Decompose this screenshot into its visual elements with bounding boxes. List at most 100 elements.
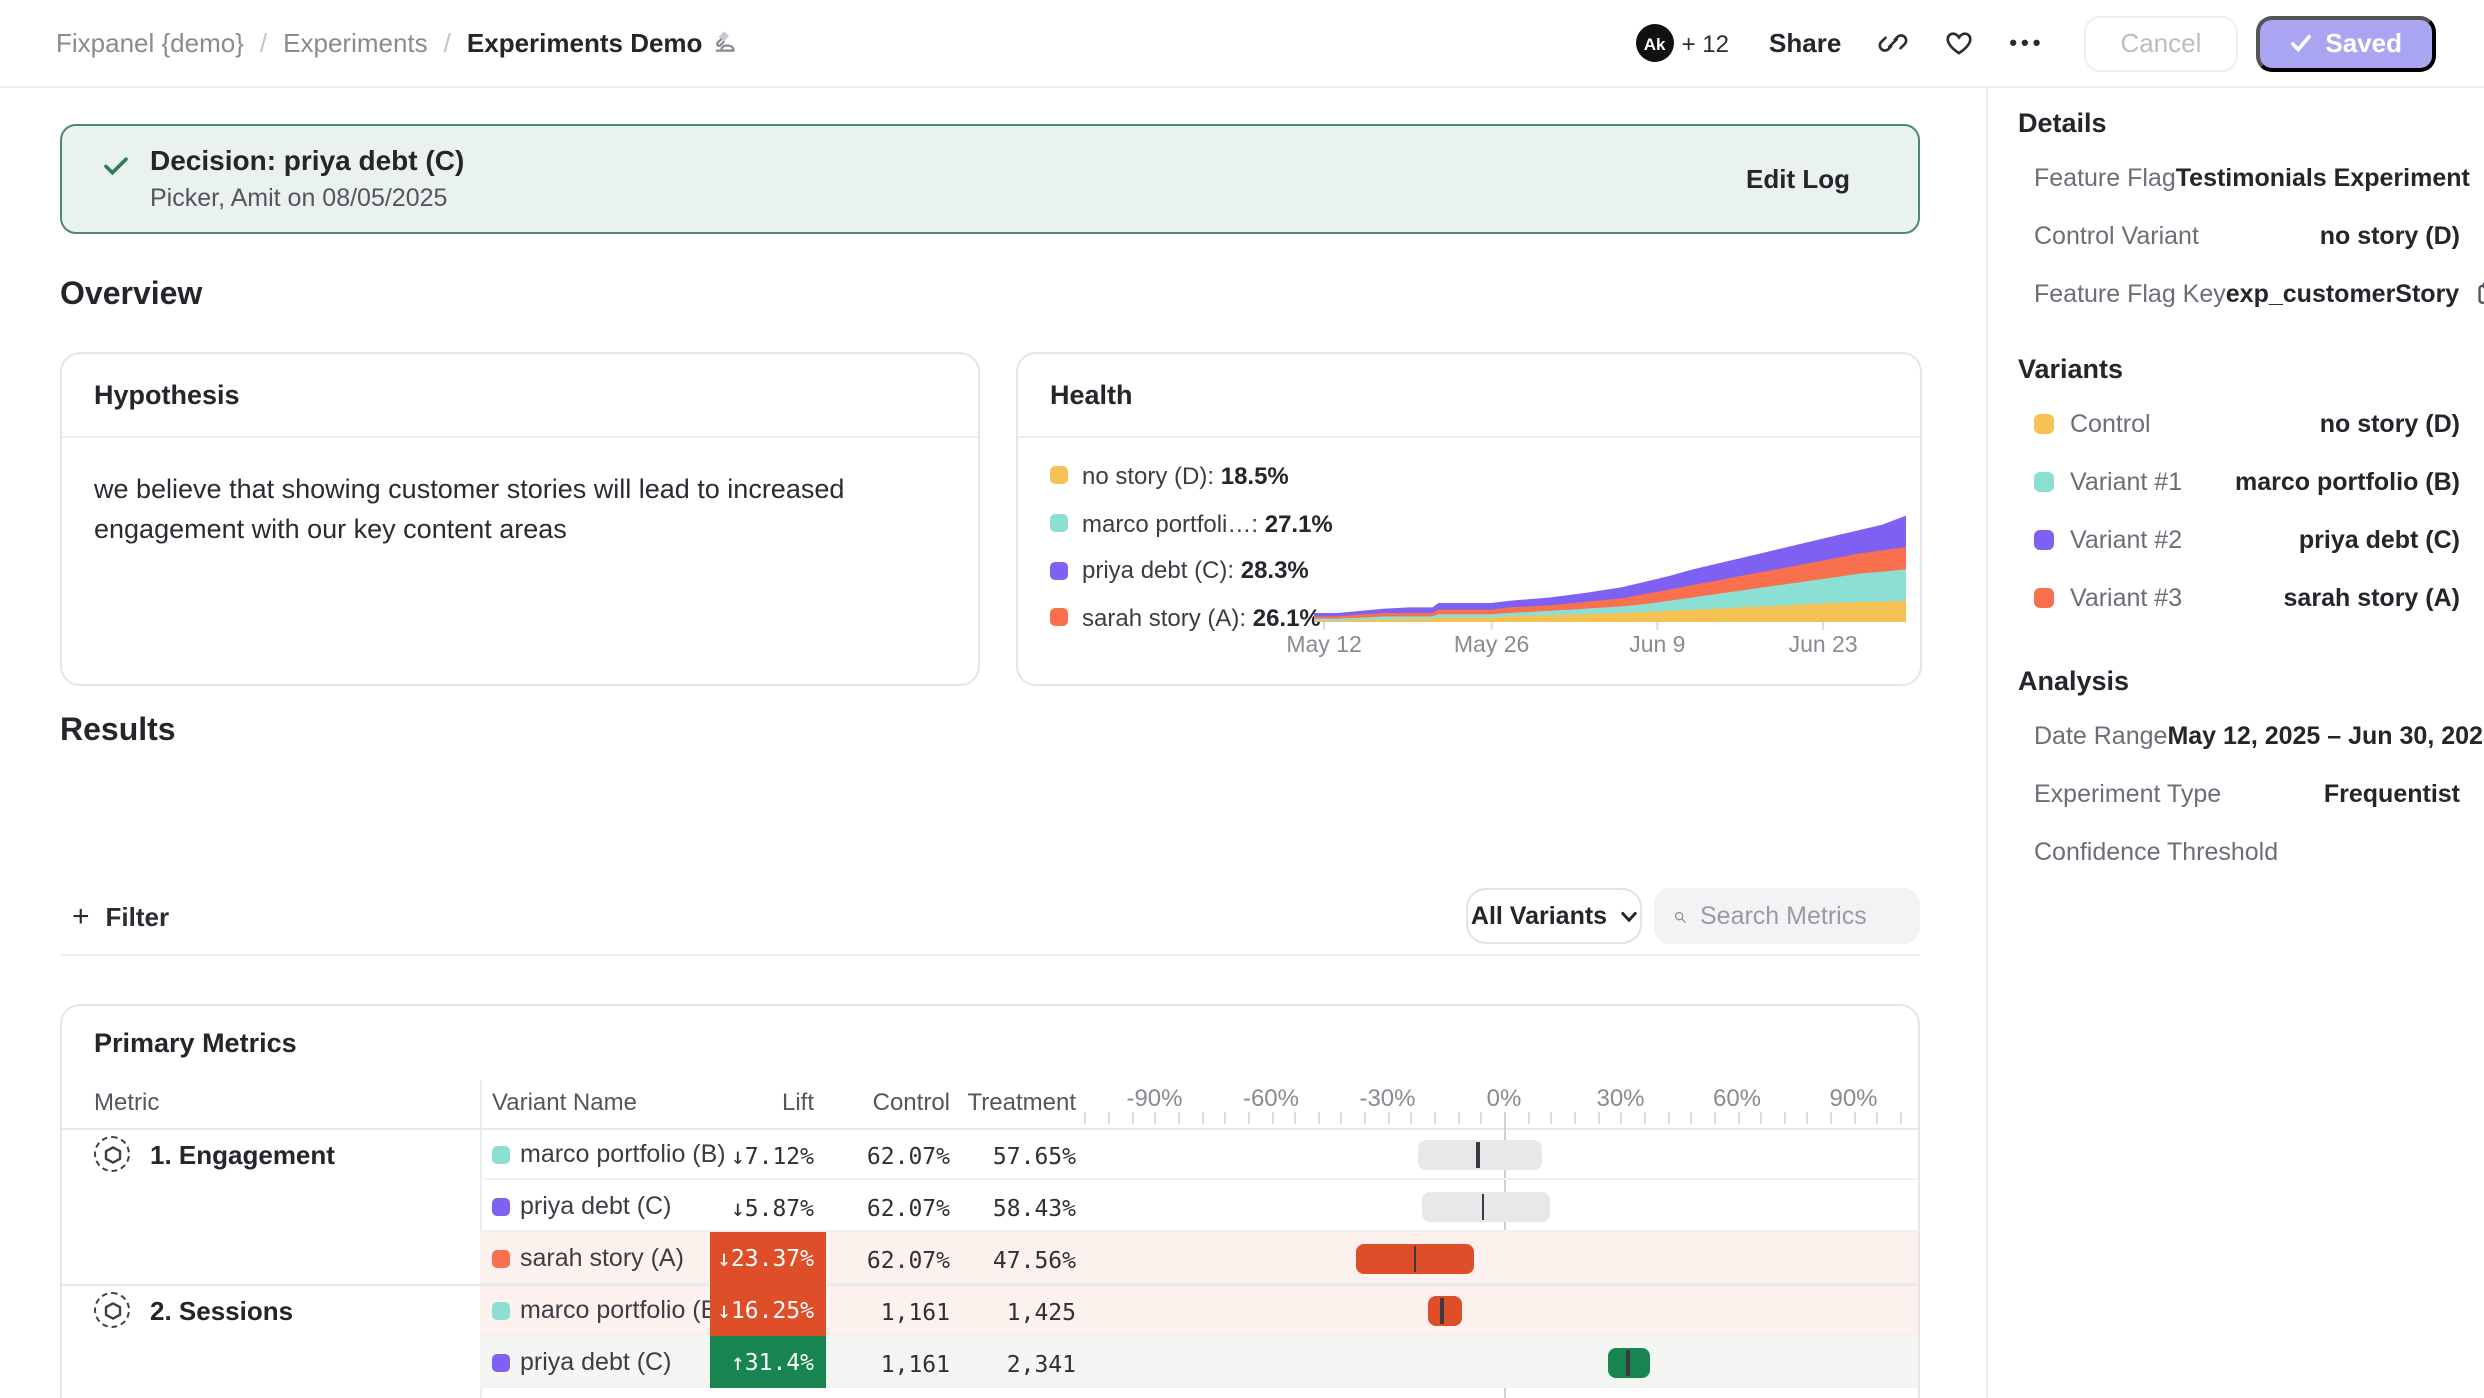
cancel-button[interactable]: Cancel	[2084, 15, 2237, 71]
metric-group-label[interactable]: 2. Sessions	[94, 1292, 293, 1328]
axis-label: 60%	[1687, 1084, 1787, 1112]
breadcrumb-item-experiments[interactable]: Experiments	[283, 28, 428, 58]
avatar-overflow-count[interactable]: + 12	[1682, 29, 1729, 57]
breadcrumb: Fixpanel {demo}/Experiments/Experiments …	[0, 27, 738, 59]
metric-goal-icon	[94, 1292, 130, 1328]
axis-tick	[1201, 1112, 1203, 1124]
sidebar-row: Controlno story (D)	[2018, 394, 2460, 452]
axis-tick	[1760, 1112, 1762, 1124]
table-row[interactable]: sarah story (A)↓23.37%62.07%47.56%	[62, 1232, 1920, 1284]
sidebar-row: Date RangeMay 12, 2025 – Jun 30, 2025	[2018, 706, 2460, 764]
axis-tick	[1085, 1112, 1087, 1124]
axis-tick	[1900, 1112, 1902, 1124]
share-button[interactable]: Share	[1769, 28, 1841, 58]
microscope-icon	[712, 27, 738, 59]
axis-tick	[1527, 1112, 1529, 1124]
sidebar-row-label: Variant #2	[2070, 525, 2182, 553]
sidebar-row-label: Experiment Type	[2034, 779, 2221, 807]
sidebar-row-label: Feature Flag	[2034, 163, 2176, 191]
table-row[interactable]: 1. Engagementmarco portfolio (B)↓7.12%62…	[62, 1128, 1920, 1180]
axis-tick	[1155, 1112, 1157, 1124]
variant-swatch	[2034, 413, 2054, 433]
axis-tick	[1271, 1112, 1273, 1124]
axis-tick	[1574, 1112, 1576, 1124]
axis-label: 0%	[1454, 1084, 1554, 1112]
row-highlight	[480, 1232, 1920, 1284]
table-row[interactable]: priya debt (C)↑31.4%1,1612,341	[62, 1336, 1920, 1388]
health-stacked-area-chart	[1314, 510, 1906, 630]
sidebar-heading-analysis: Analysis	[2018, 666, 2460, 698]
clipboard-icon[interactable]	[2473, 280, 2484, 306]
results-heading: Results	[60, 714, 176, 750]
main-content: Decision: priya debt (C) Picker, Amit on…	[0, 88, 1986, 1398]
lift-marker	[1481, 1193, 1484, 1219]
axis-tick	[1224, 1112, 1226, 1124]
treatment-value: 58.43%	[876, 1193, 1076, 1221]
metric-name: 1. Engagement	[150, 1139, 335, 1169]
favorite-heart-icon[interactable]	[1943, 28, 1973, 58]
treatment-value: 2,341	[876, 1349, 1076, 1377]
add-filter-button[interactable]: + Filter	[72, 890, 169, 944]
legend-label: marco portfoli…: 27.1%	[1082, 509, 1333, 537]
sidebar-row: Confidence Threshold	[2018, 822, 2460, 880]
breadcrumb-item-experiments-demo[interactable]: Experiments Demo	[467, 27, 739, 59]
axis-tick	[1364, 1112, 1366, 1124]
table-row[interactable]: priya debt (C)↓5.87%62.07%58.43%	[62, 1180, 1920, 1232]
axis-tick	[1830, 1112, 1832, 1124]
axis-label: 90%	[1804, 1084, 1904, 1112]
decision-subtitle: Picker, Amit on 08/05/2025	[150, 184, 447, 212]
edit-log-button[interactable]: Edit Log	[1746, 164, 1850, 194]
table-row[interactable]: sarah story (A)↑4.54%1,1611,716	[62, 1388, 1920, 1398]
variant-swatch	[492, 1249, 510, 1267]
axis-tick	[1853, 1112, 1855, 1124]
sidebar-row: Control Variantno story (D)	[2018, 206, 2460, 264]
sidebar-row-label: Date Range	[2034, 721, 2167, 749]
search-icon	[1674, 903, 1686, 929]
axis-label: -30%	[1338, 1084, 1438, 1112]
variant-filter-label: All Variants	[1471, 902, 1607, 930]
breadcrumb-item-fixpanel-demo-[interactable]: Fixpanel {demo}	[56, 28, 244, 58]
variant-name: sarah story (A)	[520, 1244, 684, 1272]
confidence-interval-bar	[1419, 1139, 1543, 1169]
sidebar-row: Variant #2priya debt (C)	[2018, 510, 2460, 568]
search-metrics-input[interactable]	[1700, 902, 1900, 930]
axis-label: -90%	[1105, 1084, 1205, 1112]
filter-button-label: Filter	[106, 902, 170, 932]
x-axis-label: Jun 9	[1597, 634, 1717, 658]
legend-swatch	[1050, 561, 1068, 579]
primary-metrics-title: Primary Metrics	[94, 1028, 297, 1058]
avatar[interactable]: Ak	[1636, 24, 1674, 62]
axis-tick	[1481, 1112, 1483, 1124]
hypothesis-card-title: Hypothesis	[62, 354, 978, 438]
axis-tick	[1411, 1112, 1413, 1124]
axis-tick	[1108, 1112, 1110, 1124]
table-row[interactable]: 2. Sessionsmarco portfolio (B)↓16.25%1,1…	[62, 1284, 1920, 1336]
sidebar-row-label: Variant #1	[2070, 467, 2182, 495]
table-header: MetricVariant NameLiftControlTreatment-9…	[62, 1080, 1920, 1128]
sidebar-row-label: Control	[2070, 409, 2151, 437]
hypothesis-card: Hypothesis we believe that showing custo…	[60, 352, 980, 686]
plus-icon: +	[72, 902, 90, 932]
legend-value: 26.1%	[1253, 604, 1321, 632]
axis-tick	[1667, 1112, 1669, 1124]
x-axis-label: Jun 23	[1763, 634, 1883, 658]
metric-group-label[interactable]: 1. Engagement	[94, 1136, 335, 1172]
variant-filter-dropdown[interactable]: All Variants	[1466, 888, 1642, 944]
axis-tick	[1341, 1112, 1343, 1124]
saved-button[interactable]: Saved	[2255, 15, 2436, 71]
axis-tick	[1784, 1112, 1786, 1124]
sidebar-row-value: May 12, 2025 – Jun 30, 2025	[2167, 721, 2484, 749]
variant-name: priya debt (C)	[520, 1348, 671, 1376]
sidebar-row-label: Variant #3	[2070, 583, 2182, 611]
axis-tick	[1620, 1112, 1622, 1124]
copy-link-icon[interactable]	[1877, 28, 1907, 58]
legend-label: no story (D): 18.5%	[1082, 462, 1289, 490]
top-nav: Fixpanel {demo}/Experiments/Experiments …	[0, 0, 2484, 88]
toolbar-divider	[60, 954, 1920, 956]
legend-item: marco portfoli…: 27.1%	[1050, 499, 1333, 546]
breadcrumb-separator: /	[444, 28, 451, 58]
nav-actions: Ak + 12 Share ••• Cancel Saved	[1636, 15, 2484, 71]
legend-swatch	[1050, 514, 1068, 532]
more-options-button[interactable]: •••	[2009, 31, 2044, 55]
legend-item: no story (D): 18.5%	[1050, 452, 1333, 499]
